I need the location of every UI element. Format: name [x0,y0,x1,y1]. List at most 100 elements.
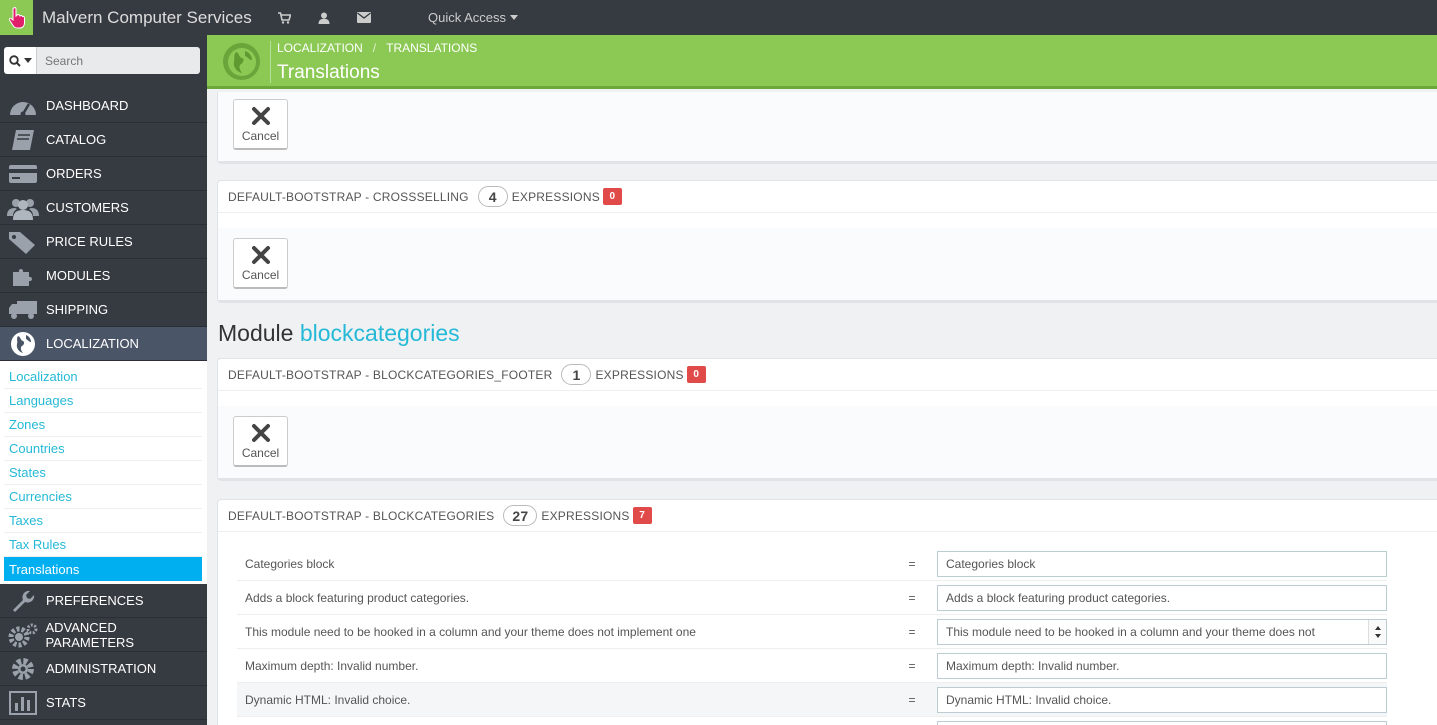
expression-count-badge: 1 [561,364,592,385]
panel-crossselling: DEFAULT-BOOTSTRAP - CROSSSELLING 4 EXPRE… [217,180,1437,303]
expressions-label: EXPRESSIONS [541,508,630,523]
panel-heading[interactable]: DEFAULT-BOOTSTRAP - BLOCKCATEGORIES_FOOT… [218,359,1437,391]
textarea-scrollbar[interactable] [1368,619,1386,644]
missing-count-badge: 0 [602,188,622,205]
sidebar-item-advanced-parameters[interactable]: ADVANCED PARAMETERS [0,618,207,652]
module-prefix: Module [218,320,294,346]
sidebar-item-catalog[interactable]: CATALOG [0,123,207,157]
sidebar-item-label: ADMINISTRATION [46,661,157,676]
search-bar [4,47,200,74]
panel-title: DEFAULT-BOOTSTRAP - BLOCKCATEGORIES_FOOT… [228,367,553,382]
table-row: This module need to be hooked in a colum… [237,615,1387,649]
equals-sign: = [908,692,916,707]
submenu-item-languages[interactable]: Languages [4,389,202,413]
sidebar-item-label: CUSTOMERS [46,200,129,215]
sidebar: DASHBOARD CATALOG ORDERS CUSTOMERS PRICE… [0,35,207,725]
source-string: Categories block [245,556,335,571]
translation-input[interactable]: Maximum depth: Invalid number. [937,652,1387,679]
source-string: This module need to be hooked in a colum… [245,624,696,639]
cart-icon[interactable] [264,11,304,24]
breadcrumb-item-localization[interactable]: LOCALIZATION [277,41,363,55]
expressions-label: EXPRESSIONS [595,367,684,382]
sidebar-item-customers[interactable]: CUSTOMERS [0,191,207,225]
sidebar-item-label: PRICE RULES [46,234,133,249]
search-icon [8,54,21,67]
sidebar-item-label: ORDERS [46,166,102,181]
table-row: Categories block = Categories block [237,547,1387,581]
panel-heading[interactable]: DEFAULT-BOOTSTRAP - BLOCKCATEGORIES 27 E… [218,500,1437,532]
source-string: Dynamic HTML: Invalid choice. [245,692,411,707]
translation-input[interactable]: Adds a block featuring product categorie… [937,584,1387,611]
table-row [237,717,1387,725]
user-icon[interactable] [304,12,344,24]
panel-footer: Cancel [218,92,1437,161]
panel-title: DEFAULT-BOOTSTRAP - BLOCKCATEGORIES [228,508,495,523]
equals-sign: = [908,624,916,639]
sidebar-item-administration[interactable]: ADMINISTRATION [0,652,207,686]
brand-name[interactable]: Malvern Computer Services [42,8,264,28]
sidebar-item-label: SHIPPING [46,302,109,317]
quick-access-dropdown[interactable]: Quick Access [428,10,519,25]
submenu-item-taxes[interactable]: Taxes [4,509,202,533]
submenu-item-countries[interactable]: Countries [4,437,202,461]
hand-pointer-icon [8,6,25,28]
submenu-item-translations[interactable]: Translations [4,557,202,581]
panel-body [218,391,1437,406]
arrow-down-icon [1374,633,1381,638]
sidebar-item-localization[interactable]: LOCALIZATION [0,327,207,361]
translation-input[interactable]: Dynamic HTML: Invalid choice. [937,686,1387,713]
source-string: Adds a block featuring product categorie… [245,590,470,605]
submenu-item-tax-rules[interactable]: Tax Rules [4,533,202,557]
panel-heading[interactable]: DEFAULT-BOOTSTRAP - CROSSSELLING 4 EXPRE… [218,181,1437,213]
sidebar-item-price-rules[interactable]: PRICE RULES [0,225,207,259]
submenu-item-localization[interactable]: Localization [4,365,202,389]
sidebar-item-label: ADVANCED PARAMETERS [45,619,135,650]
envelope-icon[interactable] [344,12,384,23]
breadcrumb: LOCALIZATION / TRANSLATIONS [277,41,477,55]
chevron-down-icon [510,15,519,20]
search-input[interactable] [37,47,200,74]
cancel-label: Cancel [241,445,280,460]
sidebar-item-orders[interactable]: ORDERS [0,157,207,191]
breadcrumb-item-translations[interactable]: TRANSLATIONS [386,41,477,55]
expressions-label: EXPRESSIONS [511,189,600,204]
page-title: Translations [277,62,380,83]
table-row: Dynamic HTML: Invalid choice. = Dynamic … [237,683,1387,717]
panel-body [218,213,1437,228]
translation-textarea[interactable]: This module need to be hooked in a colum… [937,618,1387,645]
credit-card-icon [0,163,46,185]
module-heading: Module blockcategories [218,320,460,347]
search-type-button[interactable] [4,47,37,74]
logo[interactable] [0,0,33,35]
cancel-button[interactable]: Cancel [233,238,288,289]
sidebar-item-shipping[interactable]: SHIPPING [0,293,207,327]
panel-footer: Cancel [218,406,1437,478]
sidebar-item-stats[interactable]: STATS [0,686,207,720]
arrow-up-icon [1374,625,1381,630]
cogs-icon [0,622,45,648]
sidebar-item-dashboard[interactable]: DASHBOARD [0,89,207,123]
submenu-item-currencies[interactable]: Currencies [4,485,202,509]
submenu-item-zones[interactable]: Zones [4,413,202,437]
equals-sign: = [908,658,916,673]
translation-value: This module need to be hooked in a colum… [946,624,1315,639]
module-name: blockcategories [299,320,460,346]
close-icon [251,423,270,442]
equals-sign: = [908,590,916,605]
bar-chart-icon [0,690,46,715]
submenu-item-states[interactable]: States [4,461,202,485]
sidebar-item-label: LOCALIZATION [46,336,139,351]
translation-input[interactable]: Categories block [937,550,1387,577]
cancel-button[interactable]: Cancel [233,99,288,150]
expression-count-badge: 4 [477,186,508,207]
sidebar-item-modules[interactable]: MODULES [0,259,207,293]
missing-count-badge: 7 [632,507,652,524]
translation-input[interactable] [937,720,1387,725]
cancel-button[interactable]: Cancel [233,416,288,467]
sidebar-item-label: PREFERENCES [46,593,144,608]
sidebar-item-preferences[interactable]: PREFERENCES [0,584,207,618]
users-icon [0,196,46,220]
main-content: Cancel DEFAULT-BOOTSTRAP - CROSSSELLING … [207,92,1437,725]
source-string: Maximum depth: Invalid number. [245,658,419,673]
header-divider [270,41,271,83]
